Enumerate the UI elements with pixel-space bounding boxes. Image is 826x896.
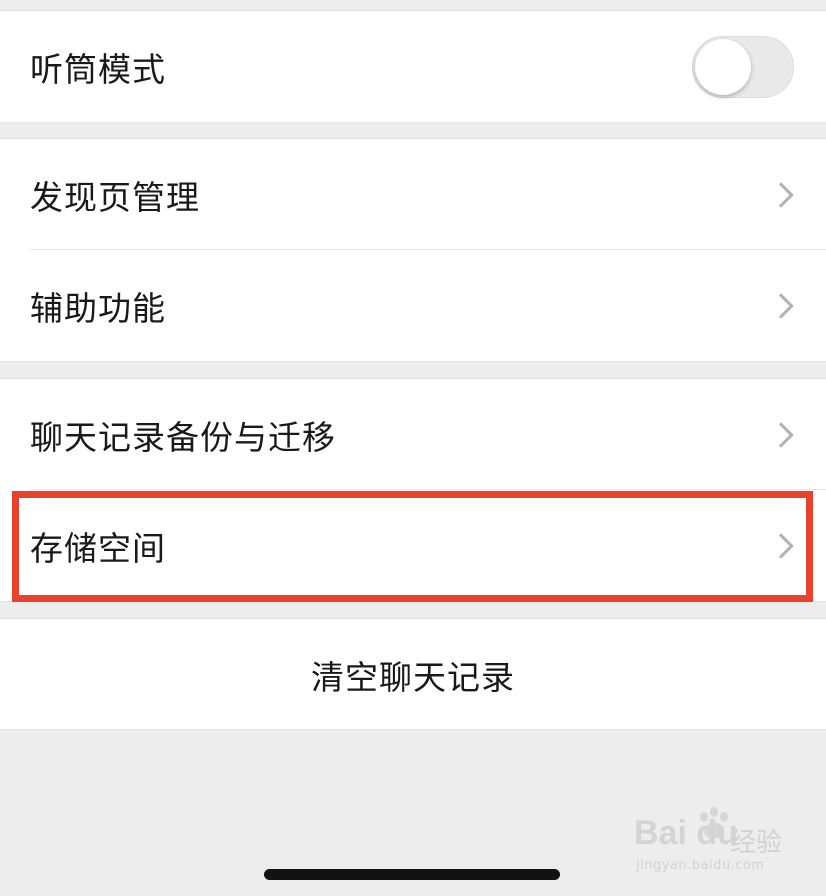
earpiece-mode-row[interactable]: 听筒模式 <box>0 11 826 122</box>
discover-manage-label: 发现页管理 <box>30 177 200 217</box>
earpiece-mode-label: 听筒模式 <box>30 49 166 89</box>
watermark-brand: Bai du <box>634 814 738 852</box>
home-indicator[interactable] <box>264 869 560 880</box>
chevron-right-icon <box>768 292 794 319</box>
storage-row[interactable]: 存储空间 <box>0 490 826 601</box>
earpiece-group: 听筒模式 <box>0 10 826 123</box>
chat-backup-row[interactable]: 聊天记录备份与迁移 <box>0 379 826 490</box>
baidu-watermark: Bai du 经验 jingyan.baidu.com <box>634 807 794 880</box>
chevron-right-icon <box>768 421 794 448</box>
settings-page: 听筒模式 发现页管理 辅助功能 聊天记录备份与迁移 存储空间 清空聊天记录 Ba… <box>0 0 826 896</box>
watermark-suffix: 经验 <box>730 828 783 858</box>
accessibility-label: 辅助功能 <box>30 288 166 328</box>
general-group: 发现页管理 辅助功能 <box>0 138 826 362</box>
watermark-url: jingyan.baidu.com <box>636 858 765 873</box>
discover-manage-row[interactable]: 发现页管理 <box>0 139 826 250</box>
toggle-knob <box>695 38 751 95</box>
chat-group: 聊天记录备份与迁移 存储空间 <box>0 378 826 602</box>
clear-history-button[interactable]: 清空聊天记录 <box>0 619 826 730</box>
accessibility-row[interactable]: 辅助功能 <box>0 250 826 361</box>
clear-group: 清空聊天记录 <box>0 618 826 730</box>
chevron-right-icon <box>768 181 794 208</box>
chevron-right-icon <box>768 532 794 559</box>
storage-label: 存储空间 <box>30 528 166 568</box>
chat-backup-label: 聊天记录备份与迁移 <box>30 417 336 457</box>
earpiece-mode-toggle[interactable] <box>692 35 794 98</box>
